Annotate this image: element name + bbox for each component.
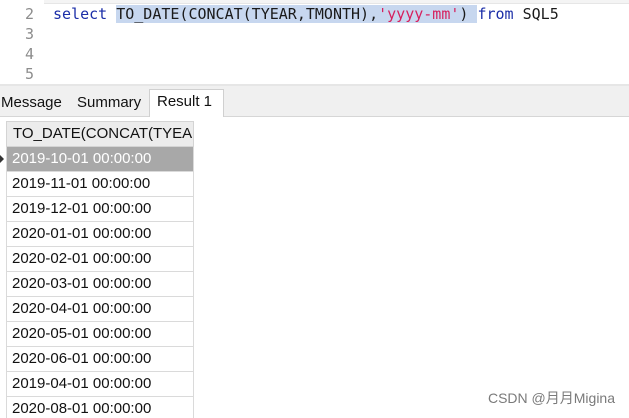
grid-rows: 2019-10-01 00:00:00 2019-11-01 00:00:00 … [6,147,194,418]
tab-summary[interactable]: Summary [77,92,151,116]
line-number: 5 [24,65,34,83]
editor-line-4[interactable]: 4 [0,44,629,64]
editor-line-2[interactable]: 2 select TO_DATE(CONCAT(TYEAR,TMONTH),'y… [0,4,629,24]
table-row[interactable]: 2020-06-01 00:00:00 [6,347,194,372]
table-row[interactable]: 2020-03-01 00:00:00 [6,272,194,297]
string-literal: 'yyyy-mm' [378,5,460,23]
line-number: 2 [24,5,34,23]
tab-result-1[interactable]: Result 1 [149,89,224,117]
line-number: 3 [24,25,34,43]
table-row[interactable]: 2019-10-01 00:00:00 [6,147,194,172]
sql-editor[interactable]: 2 select TO_DATE(CONCAT(TYEAR,TMONTH),'y… [0,0,629,86]
table-row[interactable]: 2020-04-01 00:00:00 [6,297,194,322]
table-name: SQL5 [513,5,559,23]
keyword-select: select [53,5,117,23]
table-row[interactable]: 2019-12-01 00:00:00 [6,197,194,222]
tab-message[interactable]: Message [1,92,71,116]
result-grid: TO_DATE(CONCAT(TYEA 2019-10-01 00:00:00 … [0,117,629,418]
selected-expression: TO_DATE(CONCAT(TYEAR,TMONTH), [116,5,379,23]
line-number: 4 [24,45,34,63]
keyword-from: from [477,5,514,23]
code-text[interactable]: select TO_DATE(CONCAT(TYEAR,TMONTH),'yyy… [53,4,559,24]
result-tab-bar: Message Summary Result 1 [0,86,629,117]
table-row[interactable]: 2019-11-01 00:00:00 [6,172,194,197]
table-row[interactable]: 2019-04-01 00:00:00 [6,372,194,397]
current-row-indicator-icon [0,155,4,163]
column-header[interactable]: TO_DATE(CONCAT(TYEA [6,121,194,147]
editor-line-3[interactable]: 3 [0,24,629,44]
table-row[interactable]: 2020-05-01 00:00:00 [6,322,194,347]
table-row[interactable]: 2020-01-01 00:00:00 [6,222,194,247]
editor-line-5[interactable]: 5 [0,64,629,84]
watermark: CSDN @月月Migina [487,390,615,406]
table-row[interactable]: 2020-02-01 00:00:00 [6,247,194,272]
table-row[interactable]: 2020-08-01 00:00:00 [6,397,194,418]
